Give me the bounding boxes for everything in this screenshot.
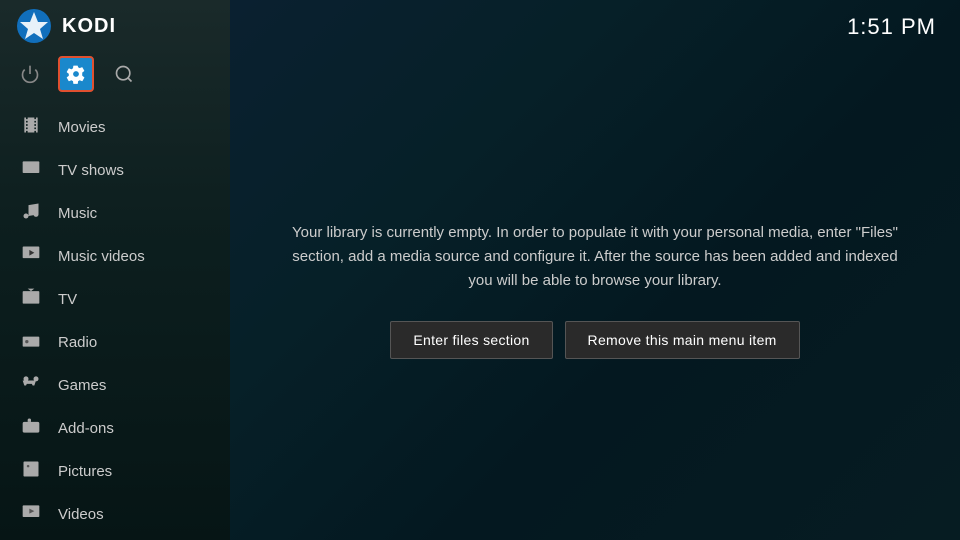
music-videos-label: Music videos	[58, 248, 145, 265]
tv-icon	[20, 287, 42, 312]
power-button[interactable]	[14, 58, 46, 90]
header-icons-row	[0, 52, 230, 102]
games-label: Games	[58, 377, 106, 394]
enter-files-button[interactable]: Enter files section	[390, 321, 552, 359]
sidebar-item-music[interactable]: Music	[0, 192, 230, 235]
addons-icon	[20, 416, 42, 441]
search-icon	[114, 64, 134, 84]
settings-button[interactable]	[58, 56, 94, 92]
music-icon	[20, 201, 42, 226]
library-message: Your library is currently empty. In orde…	[290, 221, 900, 293]
sidebar-item-pictures[interactable]: Pictures	[0, 450, 230, 493]
pictures-icon	[20, 459, 42, 484]
search-button[interactable]	[106, 56, 142, 92]
sidebar-item-videos[interactable]: Videos	[0, 493, 230, 536]
tvshows-icon	[20, 158, 42, 183]
sidebar-item-tvshows[interactable]: TV shows	[0, 149, 230, 192]
nav-menu: Movies TV shows	[0, 106, 230, 540]
sidebar-item-tv[interactable]: TV	[0, 278, 230, 321]
radio-icon	[20, 330, 42, 355]
sidebar: KODI	[0, 0, 230, 540]
main-content: 1:51 PM Your library is currently empty.…	[230, 0, 960, 540]
settings-icon	[66, 64, 86, 84]
app-container: KODI	[0, 0, 960, 540]
sidebar-item-movies[interactable]: Movies	[0, 106, 230, 149]
videos-icon	[20, 502, 42, 527]
addons-label: Add-ons	[58, 420, 114, 437]
radio-label: Radio	[58, 334, 97, 351]
music-label: Music	[58, 205, 97, 222]
app-title: KODI	[62, 15, 116, 38]
power-icon	[20, 64, 40, 84]
kodi-logo	[16, 8, 52, 44]
sidebar-item-music-videos[interactable]: Music videos	[0, 235, 230, 278]
sidebar-item-radio[interactable]: Radio	[0, 321, 230, 364]
time-display: 1:51 PM	[847, 0, 960, 40]
games-icon	[20, 373, 42, 398]
sidebar-header: KODI	[0, 0, 230, 52]
tv-label: TV	[58, 291, 77, 308]
movies-label: Movies	[58, 119, 106, 136]
action-buttons: Enter files section Remove this main men…	[390, 321, 799, 359]
music-videos-icon	[20, 244, 42, 269]
remove-menu-item-button[interactable]: Remove this main menu item	[565, 321, 800, 359]
content-area: Your library is currently empty. In orde…	[230, 40, 960, 540]
movies-icon	[20, 115, 42, 140]
pictures-label: Pictures	[58, 463, 112, 480]
sidebar-item-games[interactable]: Games	[0, 364, 230, 407]
sidebar-item-addons[interactable]: Add-ons	[0, 407, 230, 450]
tvshows-label: TV shows	[58, 162, 124, 179]
videos-label: Videos	[58, 506, 104, 523]
